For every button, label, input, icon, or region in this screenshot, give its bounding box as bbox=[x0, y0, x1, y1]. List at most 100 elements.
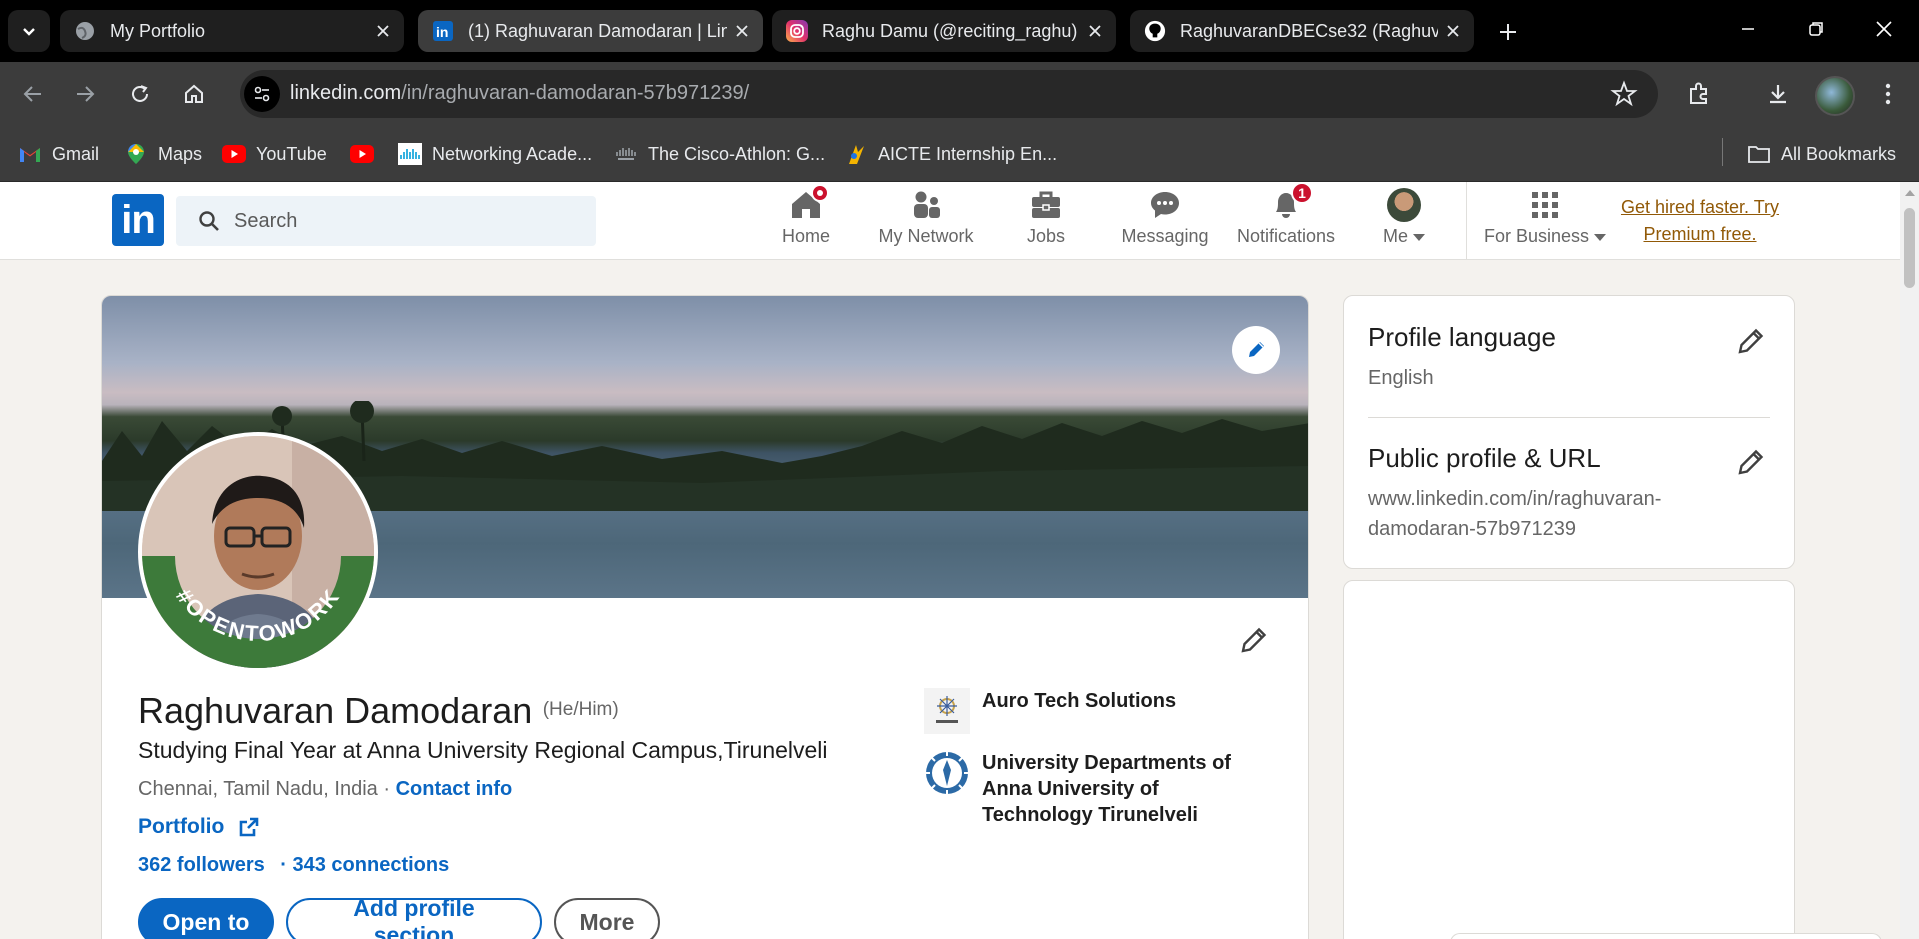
bookmark-cisco-athlon[interactable]: The Cisco-Athlon: G... bbox=[614, 140, 825, 168]
youtube-icon bbox=[350, 143, 374, 165]
profile-photo[interactable]: #OPENTOWORK bbox=[138, 432, 378, 672]
extensions-button[interactable] bbox=[1681, 76, 1717, 112]
caret-down-icon bbox=[1594, 234, 1607, 241]
bookmark-star-icon[interactable] bbox=[1610, 80, 1638, 108]
nav-me[interactable]: Me bbox=[1374, 188, 1434, 254]
ad-card bbox=[1343, 580, 1795, 939]
bookmark-networking-academy[interactable]: Networking Acade... bbox=[398, 140, 592, 168]
edit-language-button[interactable] bbox=[1732, 322, 1770, 360]
cisco-icon bbox=[398, 143, 422, 165]
close-icon[interactable] bbox=[727, 16, 757, 46]
globe-icon bbox=[74, 20, 96, 42]
maps-icon bbox=[124, 143, 148, 165]
nav-messaging[interactable]: Messaging bbox=[1115, 188, 1215, 254]
browser-profile-avatar[interactable] bbox=[1815, 76, 1855, 116]
all-bookmarks-button[interactable]: All Bookmarks bbox=[1747, 140, 1896, 168]
arrow-left-icon bbox=[23, 86, 41, 102]
bookmark-gmail[interactable]: Gmail bbox=[18, 140, 99, 168]
puzzle-icon bbox=[1690, 82, 1707, 104]
close-icon[interactable] bbox=[368, 16, 398, 46]
minimize-button[interactable] bbox=[1714, 0, 1782, 58]
nav-my-network[interactable]: My Network bbox=[870, 188, 982, 254]
profile-name-line: Raghuvaran Damodaran (He/Him) bbox=[138, 690, 619, 732]
tab-search-button[interactable] bbox=[8, 10, 50, 52]
tab-instagram[interactable]: Raghu Damu (@reciting_raghu) bbox=[772, 10, 1116, 52]
bookmark-youtube[interactable]: YouTube bbox=[222, 140, 327, 168]
bookmark-label: All Bookmarks bbox=[1781, 143, 1897, 164]
portfolio-label: Portfolio bbox=[138, 815, 225, 838]
restore-icon bbox=[1809, 22, 1823, 36]
briefcase-icon bbox=[1029, 188, 1063, 222]
caret-down-icon bbox=[1413, 234, 1426, 241]
contact-info-link[interactable]: Contact info bbox=[396, 778, 513, 800]
reload-button[interactable] bbox=[122, 76, 158, 112]
profile-photo-graphic: #OPENTOWORK bbox=[142, 436, 374, 668]
bookmark-maps[interactable]: Maps bbox=[124, 140, 202, 168]
portfolio-link[interactable]: Portfolio bbox=[138, 815, 260, 839]
tab-my-portfolio[interactable]: My Portfolio bbox=[60, 10, 404, 52]
premium-upsell-link[interactable]: Get hired faster. Try Premium free. bbox=[1610, 194, 1790, 248]
current-company[interactable]: Auro Tech Solutions bbox=[924, 688, 1252, 734]
pencil-icon bbox=[1241, 627, 1267, 653]
close-icon[interactable] bbox=[1080, 16, 1110, 46]
new-tab-button[interactable] bbox=[1490, 14, 1526, 50]
github-icon bbox=[1144, 20, 1166, 42]
folder-icon bbox=[1747, 143, 1771, 165]
address-bar[interactable]: linkedin.com/in/raghuvaran-damodaran-57b… bbox=[240, 70, 1658, 118]
education-school[interactable]: University Departments of Anna Universit… bbox=[924, 750, 1252, 828]
add-profile-section-button[interactable]: Add profile section bbox=[286, 895, 542, 939]
messaging-overlay[interactable] bbox=[1450, 933, 1882, 939]
browser-menu-button[interactable] bbox=[1870, 76, 1906, 112]
nav-label: Notifications bbox=[1236, 226, 1336, 246]
nav-divider bbox=[1466, 182, 1467, 260]
close-icon[interactable] bbox=[1438, 16, 1468, 46]
profile-location-line: Chennai, Tamil Nadu, India · Contact inf… bbox=[138, 778, 512, 801]
edit-intro-button[interactable] bbox=[1234, 620, 1274, 660]
more-button[interactable]: More bbox=[554, 898, 660, 939]
restore-button[interactable] bbox=[1782, 0, 1850, 58]
tab-title: My Portfolio bbox=[110, 20, 206, 41]
url-text: linkedin.com/in/raghuvaran-damodaran-57b… bbox=[290, 82, 749, 105]
download-icon bbox=[1770, 85, 1786, 104]
forward-button[interactable] bbox=[67, 76, 103, 112]
bookmark-youtube-2[interactable] bbox=[350, 140, 384, 168]
university-name: University Departments of Anna Universit… bbox=[982, 752, 1231, 826]
nav-jobs[interactable]: Jobs bbox=[1010, 188, 1082, 254]
avatar: #OPENTOWORK bbox=[142, 436, 374, 668]
cisco-icon bbox=[614, 143, 638, 165]
bookmark-label: Maps bbox=[158, 143, 203, 164]
followers-link[interactable]: 362 followers bbox=[138, 854, 265, 876]
search-icon bbox=[199, 211, 219, 231]
nav-notifications[interactable]: 1 Notifications bbox=[1230, 182, 1342, 254]
site-info-button[interactable] bbox=[244, 76, 280, 112]
close-window-button[interactable] bbox=[1850, 0, 1918, 58]
home-icon bbox=[789, 184, 829, 222]
pencil-icon bbox=[1738, 449, 1764, 475]
home-button[interactable] bbox=[176, 76, 212, 112]
scroll-up-arrow[interactable] bbox=[1905, 190, 1915, 196]
plus-icon bbox=[1500, 24, 1516, 40]
downloads-button[interactable] bbox=[1760, 76, 1796, 112]
tab-linkedin[interactable]: in (1) Raghuvaran Damodaran | LinkedIn bbox=[418, 10, 763, 52]
nav-for-business[interactable]: For Business bbox=[1480, 188, 1610, 254]
connections-link[interactable]: · 343 connections bbox=[280, 854, 449, 876]
nav-home[interactable]: Home bbox=[770, 184, 842, 254]
linkedin-header: in Search Home My Network Jobs Messaging… bbox=[0, 182, 1900, 260]
bell-icon: 1 bbox=[1269, 182, 1313, 222]
edit-cover-button[interactable] bbox=[1232, 326, 1280, 374]
profile-pronouns: (He/Him) bbox=[542, 699, 619, 720]
nav-label: Me bbox=[1383, 226, 1426, 247]
edit-public-profile-button[interactable] bbox=[1732, 443, 1770, 481]
kebab-menu-icon bbox=[1885, 83, 1891, 105]
bookmark-aicte[interactable]: AICTE Internship En... bbox=[844, 140, 1057, 168]
linkedin-logo[interactable]: in bbox=[112, 194, 164, 246]
back-button[interactable] bbox=[15, 76, 51, 112]
page-scrollbar[interactable] bbox=[1900, 182, 1919, 939]
gmail-icon bbox=[18, 143, 42, 165]
pencil-icon bbox=[1249, 342, 1264, 357]
scroll-thumb[interactable] bbox=[1904, 208, 1915, 288]
open-to-button[interactable]: Open to bbox=[138, 898, 274, 939]
search-input[interactable]: Search bbox=[176, 196, 596, 246]
tab-github[interactable]: RaghuvaranDBECse32 (Raghuvaran) bbox=[1130, 10, 1474, 52]
notification-count-badge: 1 bbox=[1291, 182, 1313, 204]
